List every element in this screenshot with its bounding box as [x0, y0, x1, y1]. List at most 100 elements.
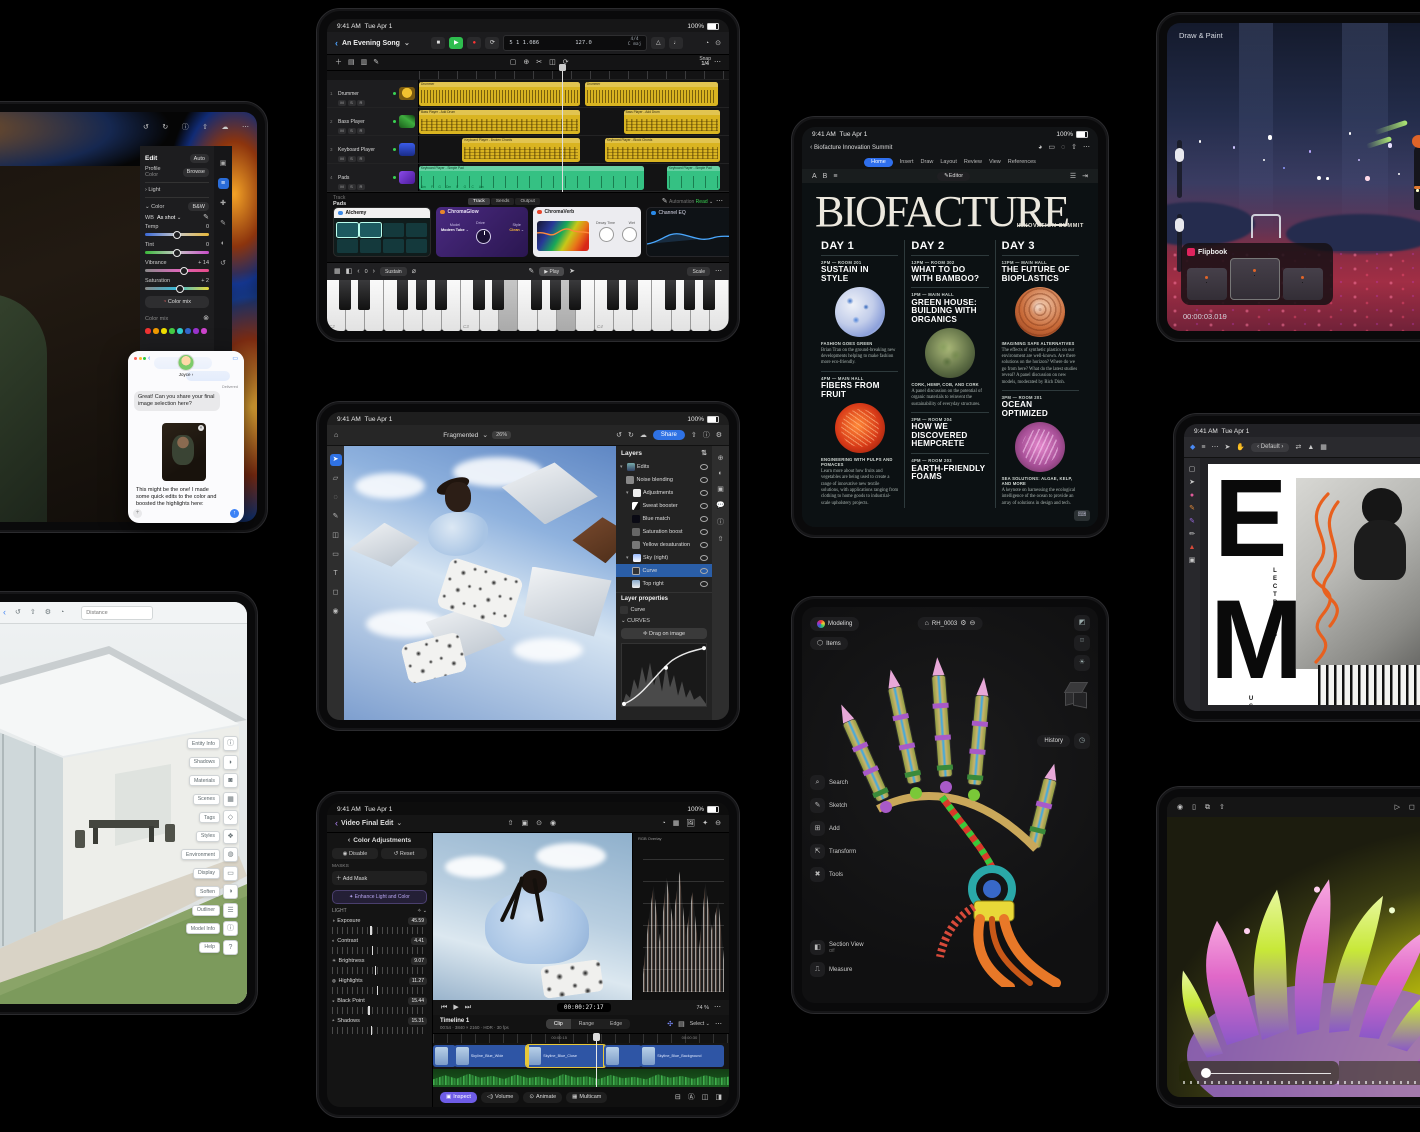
video-clip-selected[interactable]: Skyline_Blue_Close: [526, 1045, 605, 1067]
style-field[interactable]: StyleClean ⌄: [509, 223, 524, 232]
glue-icon[interactable]: ◫: [549, 59, 556, 66]
light-section-row[interactable]: › Light: [145, 187, 209, 193]
midi-region[interactable]: Drummer: [585, 82, 718, 106]
eyedropper-icon[interactable]: ✎: [203, 214, 209, 221]
settings-icon[interactable]: ⚙: [45, 609, 51, 616]
editor-button[interactable]: ✎ Editor: [937, 172, 970, 181]
count-in-button[interactable]: ♩: [669, 37, 683, 49]
purple-pen-icon[interactable]: ✎: [1189, 518, 1195, 525]
stamp-tool-icon[interactable]: ◫: [330, 530, 342, 542]
tint-slider[interactable]: [145, 251, 209, 254]
window-controls[interactable]: [134, 357, 146, 360]
eye-icon[interactable]: [700, 490, 708, 496]
tab-track[interactable]: Track: [468, 198, 490, 205]
chevron-down-icon[interactable]: ⌄: [396, 820, 402, 827]
outliner-button[interactable]: Outliner☰: [192, 903, 238, 918]
project-title[interactable]: Video Final Edit: [341, 820, 393, 827]
shadows-button[interactable]: Shadows◗: [189, 755, 238, 770]
dismiss-keyboard-icon[interactable]: ⌨: [1074, 510, 1090, 521]
play-surface-button[interactable]: ▶ Play: [539, 267, 564, 276]
flipbook-panel[interactable]: Flipbook: [1181, 243, 1333, 305]
layer-filter-icon[interactable]: ⇅: [701, 450, 707, 457]
share-button[interactable]: Share: [653, 430, 685, 440]
solo-button[interactable]: S: [348, 156, 356, 162]
menu-icon[interactable]: ≡: [1201, 444, 1205, 451]
frame-icon[interactable]: ◻: [1409, 804, 1415, 811]
preset-selector[interactable]: ‹ Default ›: [1251, 443, 1289, 452]
render-viewport[interactable]: [1167, 817, 1420, 1097]
scale-button[interactable]: Scale: [687, 267, 710, 276]
pink-brush-icon[interactable]: ●: [1190, 492, 1194, 499]
collapse-icon[interactable]: ⊖: [970, 620, 976, 627]
canvas[interactable]: [344, 446, 616, 720]
app-icon[interactable]: ◆: [1190, 444, 1195, 451]
mixer-icon[interactable]: ▥: [361, 59, 368, 66]
disable-button[interactable]: ◉ Disable: [332, 848, 378, 859]
search-icon[interactable]: ◌: [1061, 144, 1065, 151]
solo-button[interactable]: S: [348, 100, 356, 106]
library-icon[interactable]: ▤: [348, 59, 355, 66]
export-icon[interactable]: ⇧: [718, 535, 724, 543]
slider-exposure[interactable]: ◑Exposure45.59: [332, 917, 427, 934]
plugin-alchemy[interactable]: Alchemy: [333, 207, 431, 257]
indent-icon[interactable]: ⇥: [1082, 173, 1088, 180]
export-icon[interactable]: ⇧: [30, 609, 36, 616]
pencil-tool-icon[interactable]: ✏: [1189, 531, 1195, 538]
piano-black-key[interactable]: [397, 280, 409, 310]
piano-black-key[interactable]: [665, 280, 677, 310]
drive-knob[interactable]: [476, 229, 491, 244]
back-icon[interactable]: ‹: [810, 144, 812, 151]
grid-icon[interactable]: ▦: [673, 820, 680, 827]
more-icon[interactable]: ⋯: [714, 59, 721, 66]
more-icon[interactable]: ⋯: [716, 198, 723, 205]
temp-slider[interactable]: [145, 233, 209, 236]
piano-black-key[interactable]: [550, 280, 562, 310]
lcd-display[interactable]: 5 1 1.086 127.0 4/4C maj: [503, 35, 647, 51]
node-tool-icon[interactable]: ➤: [1189, 479, 1195, 486]
info-icon[interactable]: ⓘ: [182, 124, 189, 131]
more-icon[interactable]: ⋯: [242, 124, 249, 131]
adjustment-icon[interactable]: ◐: [718, 470, 722, 477]
tab-review[interactable]: Review: [964, 159, 982, 165]
model-info-button[interactable]: Model Infoⓘ: [186, 921, 238, 936]
slider-shadows[interactable]: ◓Shadows15.31: [332, 1017, 427, 1034]
robotic-glove-model[interactable]: [824, 657, 1084, 987]
piano-black-key[interactable]: [473, 280, 485, 310]
more-icon[interactable]: ⋯: [1083, 144, 1090, 151]
video-clip[interactable]: [433, 1045, 456, 1067]
sustain-button[interactable]: Sustain: [380, 267, 407, 276]
font-icon[interactable]: A: [812, 173, 817, 180]
select-menu[interactable]: Select ⌄: [690, 1021, 710, 1027]
back-icon[interactable]: ‹: [348, 837, 350, 844]
split-icon[interactable]: ◫: [702, 1094, 709, 1101]
timer-icon[interactable]: ◔: [662, 820, 666, 827]
help-icon[interactable]: ◔: [705, 40, 709, 47]
cloud-icon[interactable]: ☁: [640, 432, 647, 439]
cursor-icon[interactable]: ➤: [1224, 444, 1230, 451]
tab-view[interactable]: View: [989, 159, 1001, 165]
midi-region[interactable]: Keyboard Player - Simple Pad: [667, 166, 720, 190]
tab-insert[interactable]: Insert: [900, 159, 914, 165]
piano-black-key[interactable]: [531, 280, 543, 310]
more-icon[interactable]: ⋯: [1211, 444, 1218, 451]
flipbook-frame[interactable]: [1283, 268, 1323, 300]
styles-button[interactable]: Styles❖: [196, 829, 238, 844]
stop-button[interactable]: ■: [431, 37, 445, 49]
video-preview[interactable]: [433, 833, 632, 1000]
volume-button[interactable]: ◁) Volume: [481, 1092, 519, 1103]
environment-button[interactable]: Environment◍: [181, 847, 238, 862]
minimize-icon[interactable]: ⊖: [715, 820, 721, 827]
color-section-row[interactable]: ⌄ ColorB&W: [145, 202, 209, 211]
piano-black-key[interactable]: [684, 280, 696, 310]
delete-icon[interactable]: ⊟: [675, 1094, 681, 1101]
contact-avatar[interactable]: Joyce ›: [178, 354, 195, 377]
mode-clip[interactable]: Clip: [546, 1019, 571, 1029]
video-clip[interactable]: Skyline_Blue_Wide: [454, 1045, 529, 1067]
mirror-icon[interactable]: ▲: [1307, 444, 1314, 451]
display-button[interactable]: Display▭: [193, 866, 238, 881]
layer-row-selected[interactable]: Curve: [616, 564, 712, 577]
bold-icon[interactable]: B: [823, 173, 828, 180]
scenes-button[interactable]: Scenes▦: [193, 792, 238, 807]
piano-black-key[interactable]: [435, 280, 447, 310]
remove-attachment-icon[interactable]: ×: [198, 425, 204, 431]
